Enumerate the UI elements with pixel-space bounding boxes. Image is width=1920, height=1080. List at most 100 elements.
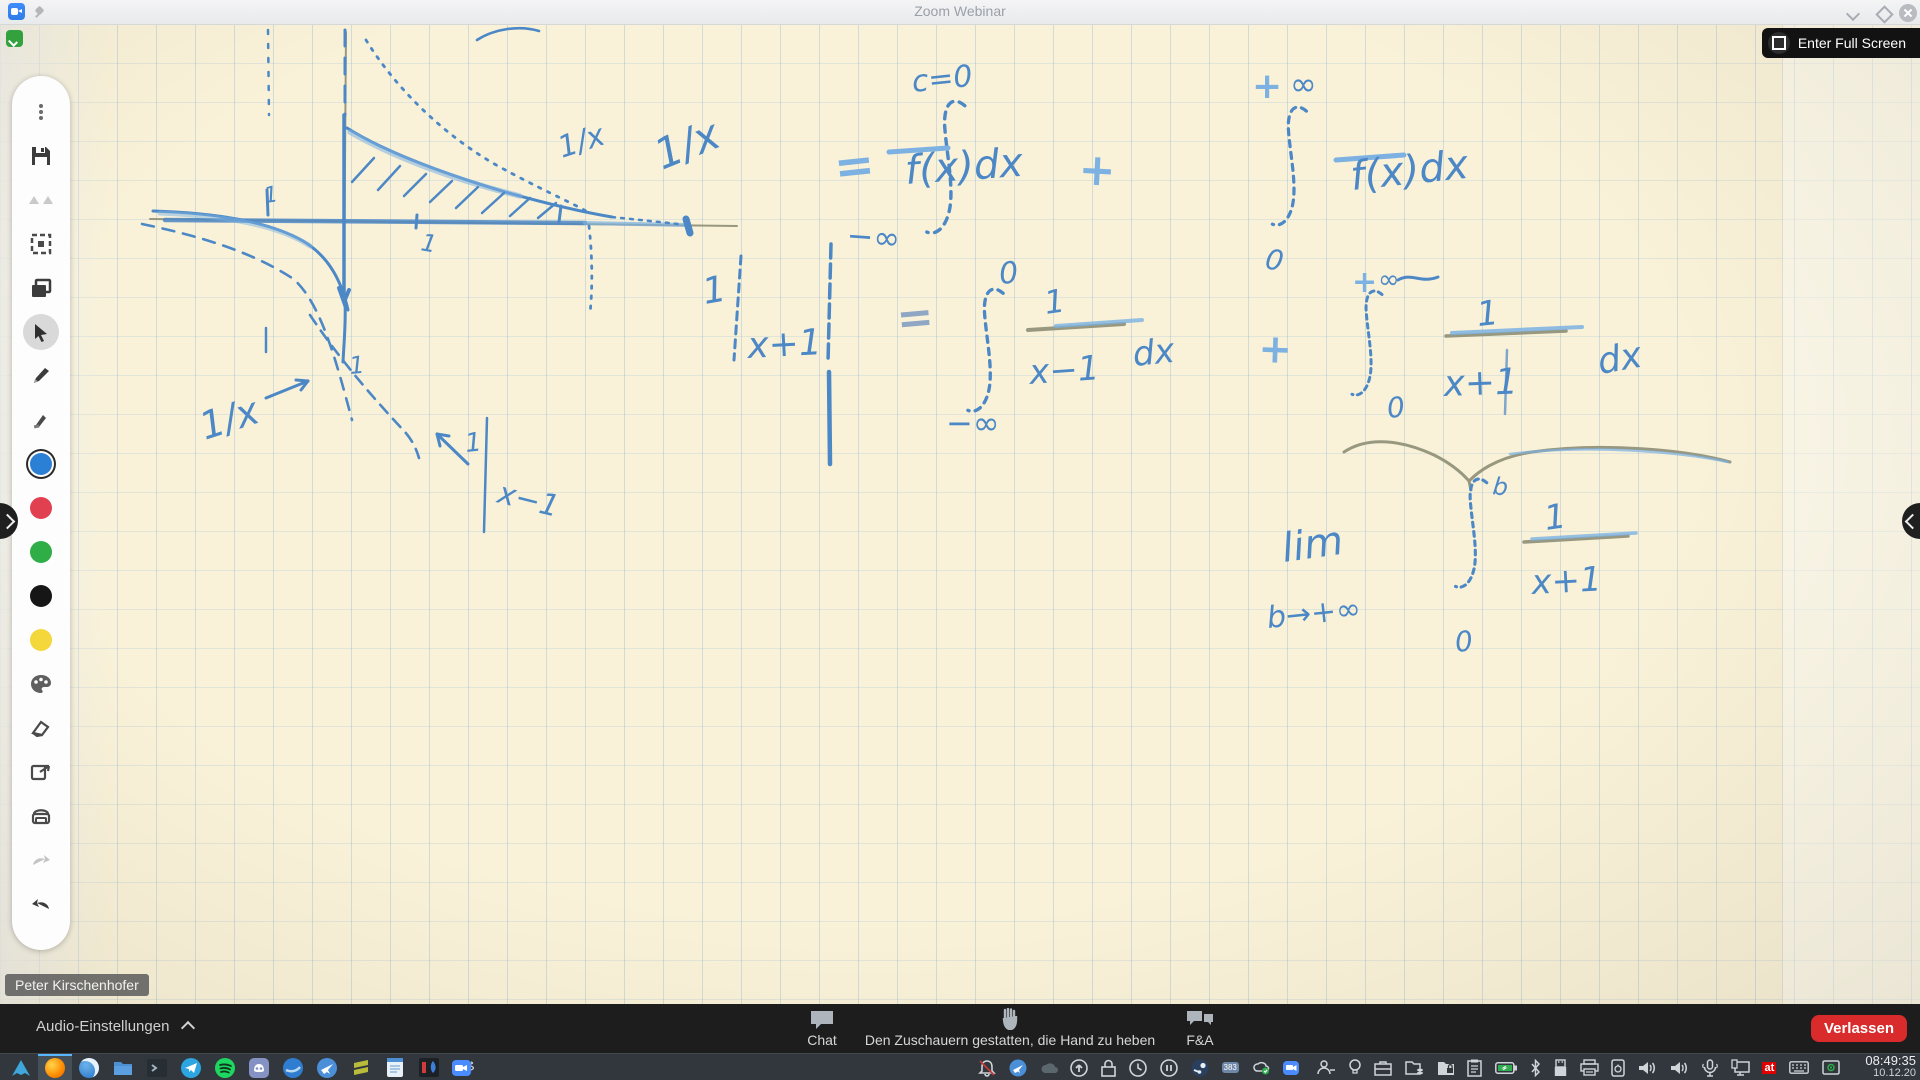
eraser-tool-button[interactable] (23, 710, 59, 746)
contact-remove-icon[interactable] (1316, 1059, 1336, 1076)
lim-sub: b→+∞ (1265, 591, 1362, 636)
audio-settings-button[interactable]: Audio-Einstellungen (36, 1018, 196, 1036)
flight-tracker-tray-icon[interactable] (1009, 1059, 1027, 1077)
spotlight-icon (29, 196, 39, 204)
clock-tray-icon[interactable] (1129, 1058, 1147, 1077)
chat-label: Chat (807, 1032, 837, 1048)
minimize-icon[interactable] (1844, 4, 1862, 22)
keyboard-icon[interactable] (1789, 1061, 1809, 1074)
l1-integrand-1: f(x)dx (903, 140, 1024, 194)
cloud-sync-icon[interactable] (1252, 1060, 1271, 1075)
cloud-icon[interactable] (1040, 1061, 1058, 1075)
l2-abs-body: x+1 (745, 322, 822, 367)
app-flight-tracker[interactable] (310, 1054, 344, 1080)
screen: 1/x 1/x 1 1 1 1/x 1 x−1 = c=0 −∞ f(x)dx … (0, 0, 1920, 1080)
app-sublime[interactable] (344, 1054, 378, 1080)
printer-icon[interactable] (1579, 1059, 1599, 1076)
color-swatch-green[interactable] (23, 534, 59, 570)
app-spotify[interactable] (208, 1054, 242, 1080)
l1-c0: c=0 (910, 59, 974, 100)
app-media-editor[interactable] (412, 1054, 446, 1080)
clear-drawings-button[interactable] (23, 798, 59, 834)
annotation-canvas[interactable]: 1/x 1/x 1 1 1 1/x 1 x−1 = c=0 −∞ f(x)dx … (0, 24, 1920, 1004)
leave-button[interactable]: Verlassen (1810, 1015, 1907, 1042)
thunderbird-icon (79, 1057, 99, 1078)
app-firefox[interactable] (38, 1054, 72, 1080)
l2-num1: 1 (1042, 281, 1067, 321)
highlighter-tool-button[interactable] (23, 402, 59, 438)
l2-upper-2-plus: + (1352, 265, 1377, 300)
clipboard-icon[interactable] (1467, 1059, 1483, 1077)
system-taskbar: 383 at 08:49:35 10.12.20 (0, 1053, 1920, 1080)
lock-icon[interactable] (1101, 1059, 1117, 1077)
color-palette-button[interactable] (23, 666, 59, 702)
volume-low-icon[interactable] (1638, 1060, 1657, 1076)
close-icon[interactable] (1899, 4, 1917, 22)
save-button[interactable] (23, 138, 59, 174)
app-zoom[interactable] (446, 1054, 480, 1080)
badge-383[interactable]: 383 (1221, 1062, 1239, 1073)
volume-icon[interactable] (1670, 1060, 1689, 1076)
spotlight-tool-button[interactable] (23, 182, 59, 218)
taskbar-clock[interactable]: 08:49:35 10.12.20 (1865, 1053, 1916, 1079)
app-terminal[interactable] (140, 1054, 174, 1080)
folder-database-icon[interactable] (1404, 1059, 1424, 1076)
usb-icon[interactable] (1554, 1058, 1567, 1077)
app-browser-orb[interactable] (276, 1054, 310, 1080)
more-options-button[interactable] (23, 94, 59, 130)
zoom-tray-icon[interactable] (1283, 1060, 1303, 1076)
chat-button[interactable]: Chat (782, 1008, 862, 1048)
lim-den: x+1 (1529, 559, 1602, 603)
l1-lower-2: 0 (1263, 242, 1286, 278)
color-swatch-yellow[interactable] (23, 622, 59, 658)
keyboard-layout-badge[interactable]: at (1762, 1061, 1777, 1074)
color-swatch-red[interactable] (23, 490, 59, 526)
lim-lower: 0 (1453, 624, 1474, 659)
allow-raise-hand-label: Den Zuschauern gestatten, die Hand zu he… (864, 1032, 1156, 1048)
clock-date: 10.12.20 (1873, 1067, 1916, 1079)
qa-button[interactable]: F&A (1160, 1008, 1240, 1048)
system-tray: 383 at (978, 1054, 1840, 1080)
steam-icon[interactable] (1191, 1059, 1209, 1077)
app-thunderbird[interactable] (72, 1054, 106, 1080)
pen-tool-button[interactable] (23, 358, 59, 394)
tick-1-left: 1 (262, 182, 279, 209)
formula-line-1: = c=0 −∞ f(x)dx + + ∞ 0 f(x)dx (831, 59, 1470, 278)
select-area-button[interactable] (23, 226, 59, 262)
pages-button[interactable] (23, 270, 59, 306)
maximize-icon[interactable] (1874, 4, 1892, 22)
spotlight-icon (43, 196, 53, 204)
device-settings-icon[interactable] (1611, 1058, 1626, 1077)
expand-icon (1767, 32, 1790, 54)
export-button[interactable] (23, 754, 59, 790)
l2-upper-2-inf: ∞ (1378, 265, 1400, 295)
battery-icon[interactable] (1495, 1061, 1518, 1074)
pause-icon[interactable] (1160, 1058, 1178, 1077)
bluetooth-icon[interactable] (1530, 1058, 1541, 1077)
briefcase-icon[interactable] (1374, 1060, 1392, 1076)
clock-time: 08:49:35 (1865, 1053, 1916, 1068)
formula-line-2: 1 x+1 = 0 −∞ 1 x−1 dx + + ∞ 0 1 x+1 dx (699, 242, 1732, 492)
notifications-muted-icon[interactable] (978, 1059, 996, 1077)
yellow-swatch-icon (30, 629, 52, 651)
sketch-label-1x-right: 1/x (554, 118, 610, 166)
folder-lock-icon[interactable] (1437, 1060, 1455, 1076)
color-swatch-blue[interactable] (23, 446, 59, 482)
updates-icon[interactable] (1070, 1058, 1089, 1077)
enter-fullscreen-button[interactable]: Enter Full Screen (1761, 28, 1920, 58)
app-discord[interactable] (242, 1054, 276, 1080)
app-file-manager[interactable] (106, 1054, 140, 1080)
qa-label: F&A (1186, 1032, 1214, 1048)
app-document[interactable] (378, 1054, 412, 1080)
app-arch-menu[interactable] (4, 1054, 38, 1080)
undo-button[interactable] (23, 886, 59, 922)
display-connect-icon[interactable] (1731, 1059, 1750, 1076)
cursor-tool-button[interactable] (23, 314, 59, 350)
app-telegram[interactable] (174, 1054, 208, 1080)
redo-button[interactable] (23, 842, 59, 878)
color-swatch-black[interactable] (23, 578, 59, 614)
lightbulb-icon[interactable] (1349, 1058, 1361, 1077)
screen-record-icon[interactable] (1822, 1059, 1840, 1076)
allow-raise-hand-button[interactable]: Den Zuschauern gestatten, die Hand zu he… (860, 1008, 1160, 1048)
microphone-icon[interactable] (1702, 1058, 1718, 1077)
